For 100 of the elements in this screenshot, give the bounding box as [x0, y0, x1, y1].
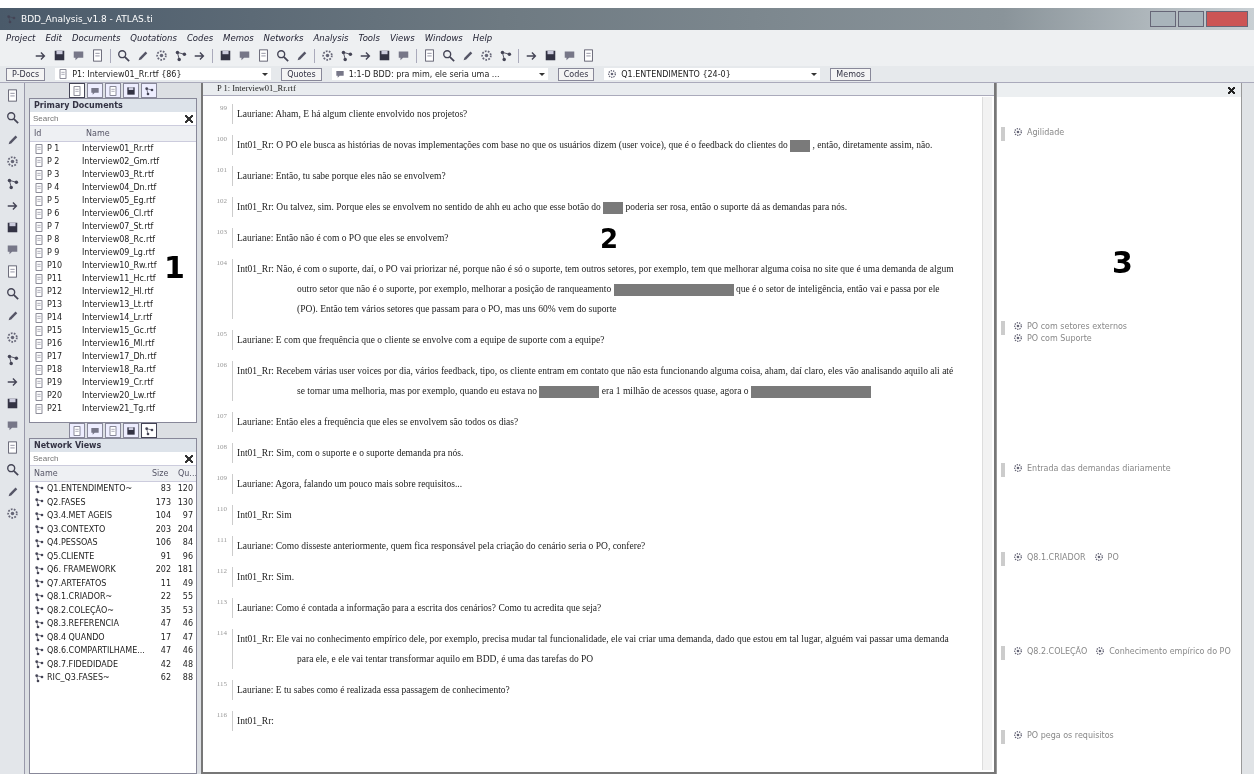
code-label[interactable]: PO com setores externos: [1027, 321, 1127, 331]
column-header[interactable]: Size: [148, 469, 174, 478]
arrow-icon[interactable]: [193, 49, 206, 62]
save-icon[interactable]: [5, 221, 19, 234]
search-icon[interactable]: [5, 463, 19, 476]
network-row[interactable]: Q3.CONTEXTO 203 204: [30, 522, 196, 536]
network-row[interactable]: Q3.4.MET AGEIS 104 97: [30, 509, 196, 523]
document-row[interactable]: P13 Interview13_Lt.rtf: [30, 298, 153, 311]
arrow-icon[interactable]: [5, 375, 19, 388]
network-row[interactable]: Q5.CLIENTE 91 96: [30, 549, 196, 563]
maximize-button[interactable]: [1178, 11, 1204, 27]
panel-tab[interactable]: [141, 83, 157, 98]
menu-item[interactable]: Analysis: [313, 32, 349, 43]
doc-icon[interactable]: [423, 49, 436, 62]
doc-icon[interactable]: [257, 49, 270, 62]
code-label[interactable]: PO pega os requisitos: [1027, 730, 1114, 740]
network-row[interactable]: Q2.FASES 173 130: [30, 495, 196, 509]
selector-dropdown[interactable]: P1: Interview01_Rr.rtf {86}: [55, 68, 272, 80]
code-label[interactable]: Q8.1.CRIADOR: [1027, 552, 1086, 562]
network-row[interactable]: Q8.1.CRIADOR~ 22 55: [30, 590, 196, 604]
network-icon[interactable]: [340, 49, 353, 62]
network-row[interactable]: Q4.PESSOAS 106 84: [30, 536, 196, 550]
comment-icon[interactable]: [72, 49, 85, 62]
document-row[interactable]: P19 Interview19_Cr.rtf: [30, 376, 154, 389]
arrow-icon[interactable]: [5, 199, 19, 212]
panel-tab[interactable]: [123, 83, 139, 98]
network-row[interactable]: Q1.ENTENDIMENTO~ 83 120: [30, 482, 196, 496]
document-row[interactable]: P 1 Interview01_Rr.rtf: [30, 142, 154, 155]
gear-icon[interactable]: [155, 49, 168, 62]
gear-icon[interactable]: [5, 507, 19, 520]
document-row[interactable]: P 7 Interview07_St.rtf: [30, 220, 154, 233]
clear-icon[interactable]: [185, 114, 193, 123]
document-row[interactable]: P 9 Interview09_Lg.rtf: [30, 246, 155, 259]
arrow-icon[interactable]: [525, 49, 538, 62]
menu-item[interactable]: Edit: [45, 32, 62, 43]
panel-tab[interactable]: [141, 423, 157, 438]
menu-item[interactable]: Views: [389, 32, 415, 43]
document-row[interactable]: P18 Interview18_Ra.rtf: [30, 363, 156, 376]
document-row[interactable]: P16 Interview16_Ml.rtf: [30, 337, 155, 350]
code-label[interactable]: Agilidade: [1027, 127, 1065, 137]
doc-icon[interactable]: [582, 49, 595, 62]
column-header[interactable]: Qu...: [174, 469, 196, 478]
save-icon[interactable]: [5, 397, 19, 410]
code-label[interactable]: PO com Suporte: [1027, 333, 1092, 343]
menu-item[interactable]: Help: [472, 32, 493, 43]
minimize-button[interactable]: [1150, 11, 1176, 27]
document-row[interactable]: P14 Interview14_Lr.rtf: [30, 311, 153, 324]
comment-icon[interactable]: [397, 49, 410, 62]
panel-tab[interactable]: [123, 423, 139, 438]
network-row[interactable]: Q8.4 QUANDO 17 47: [30, 630, 196, 644]
document-row[interactable]: P11 Interview11_Hc.rtf: [30, 272, 156, 285]
comment-icon[interactable]: [238, 49, 251, 62]
column-header[interactable]: Name: [82, 129, 196, 138]
network-icon[interactable]: [5, 353, 19, 366]
code-label[interactable]: Entrada das demandas diariamente: [1027, 463, 1171, 473]
arrow-icon[interactable]: [359, 49, 372, 62]
document-row[interactable]: P 8 Interview08_Rc.rtf: [30, 233, 156, 246]
menu-item[interactable]: Networks: [263, 32, 304, 43]
document-row[interactable]: P 6 Interview06_Cl.rtf: [30, 207, 153, 220]
gear-icon[interactable]: [321, 49, 334, 62]
document-row[interactable]: P21 Interview21_Tg.rtf: [30, 402, 156, 415]
menu-item[interactable]: Quotations: [130, 32, 177, 43]
selector-dropdown[interactable]: Q1.ENTENDIMENTO {24-0}: [604, 68, 821, 80]
close-icon[interactable]: [1228, 86, 1235, 94]
selector-button[interactable]: P-Docs: [6, 67, 46, 81]
column-header[interactable]: Id: [30, 129, 82, 138]
document-row[interactable]: P10 Interview10_Rw.rtf: [30, 259, 157, 272]
gear-icon[interactable]: [480, 49, 493, 62]
menu-item[interactable]: Tools: [358, 32, 380, 43]
pencil-icon[interactable]: [461, 49, 474, 62]
menu-item[interactable]: Project: [6, 32, 36, 43]
network-row[interactable]: Q7.ARTEFATOS 11 49: [30, 576, 196, 590]
code-label[interactable]: Conhecimento empírico do PO: [1109, 646, 1231, 656]
search-icon[interactable]: [5, 111, 19, 124]
menu-item[interactable]: Windows: [424, 32, 463, 43]
comment-icon[interactable]: [563, 49, 576, 62]
network-row[interactable]: Q6. FRAMEWORK 202 181: [30, 563, 196, 577]
doc-icon[interactable]: [5, 265, 19, 278]
doc-icon[interactable]: [91, 49, 104, 62]
selector-button[interactable]: Codes: [557, 67, 595, 81]
save-icon[interactable]: [378, 49, 391, 62]
scrollbar[interactable]: [1241, 83, 1254, 774]
network-row[interactable]: RIC_Q3.FASES~ 62 88: [30, 671, 196, 685]
network-icon[interactable]: [174, 49, 187, 62]
selector-button[interactable]: Memos: [830, 67, 871, 81]
doc-icon[interactable]: [5, 441, 19, 454]
network-row[interactable]: Q8.2.COLEÇÃO~ 35 53: [30, 603, 196, 617]
column-header[interactable]: Name: [30, 469, 148, 478]
search-icon[interactable]: [276, 49, 289, 62]
arrow-icon[interactable]: [34, 49, 47, 62]
save-icon[interactable]: [544, 49, 557, 62]
panel-tab[interactable]: [69, 83, 85, 98]
comment-icon[interactable]: [5, 243, 19, 256]
code-label[interactable]: Q8.2.COLEÇÃO: [1027, 646, 1088, 656]
gear-icon[interactable]: [5, 155, 19, 168]
network-row[interactable]: Q8.6.COMPARTILHAME... 47 46: [30, 644, 196, 658]
clear-icon[interactable]: [185, 454, 193, 463]
gear-icon[interactable]: [5, 331, 19, 344]
search-icon[interactable]: [442, 49, 455, 62]
pencil-icon[interactable]: [295, 49, 308, 62]
